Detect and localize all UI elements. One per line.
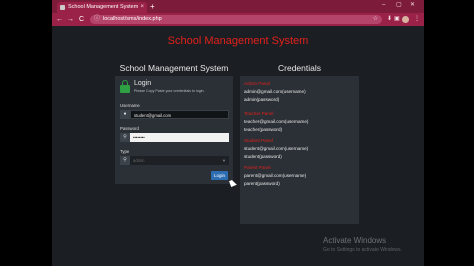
tab-strip: School Management System × + – ▢ ✕	[52, 0, 424, 13]
password-field: ⚲ ••••••••	[120, 133, 229, 142]
page-content: School Management System School Manageme…	[52, 26, 424, 266]
credential-username: parent@gmail.com(username)	[244, 173, 307, 178]
extension-icon[interactable]: ▣	[394, 13, 400, 26]
login-heading: Login	[134, 80, 152, 87]
profile-avatar[interactable]	[402, 16, 409, 23]
credentials-panel: Admin Panel admin@gmail.com(username) ad…	[240, 76, 359, 224]
url-text[interactable]: localhost/sms/index.php	[103, 15, 162, 24]
username-label: Username	[120, 103, 140, 108]
credential-password: admin(password)	[244, 97, 280, 102]
login-form: Login Please Copy Paste your credentials…	[115, 76, 233, 184]
username-field: ● student@gmail.com	[120, 110, 229, 119]
password-input[interactable]: ••••••••	[130, 133, 229, 142]
activate-windows-subtitle: Go to Settings to activate Windows.	[323, 247, 402, 253]
address-bar[interactable]: ⓘ localhost/sms/index.php ☆	[90, 15, 382, 24]
browser-window: School Management System × + – ▢ ✕ ← → C…	[52, 0, 424, 266]
bookmark-star-icon[interactable]: ☆	[373, 15, 378, 24]
type-select[interactable]: admin ▼	[130, 156, 229, 165]
screen: School Management System × + – ▢ ✕ ← → C…	[0, 0, 474, 266]
reload-icon[interactable]: C	[79, 13, 84, 26]
new-tab-button[interactable]: +	[150, 1, 155, 12]
type-label: Type	[120, 149, 130, 154]
login-subtitle: Please Copy Paste your credentials to lo…	[134, 89, 205, 93]
type-field: ⚲ admin ▼	[120, 156, 229, 165]
menu-icon[interactable]: ⋮	[414, 13, 420, 26]
credential-role: Parent Panel	[244, 165, 271, 170]
username-input[interactable]: student@gmail.com	[130, 110, 229, 119]
credential-username: student@gmail.com(username)	[244, 146, 309, 151]
login-panel-title: School Management System	[119, 63, 229, 73]
key-icon: ⚲	[120, 133, 130, 142]
credential-password: student(password)	[244, 154, 282, 159]
credential-password: teacher(password)	[244, 127, 283, 132]
forward-icon[interactable]: →	[67, 13, 74, 26]
page-title: School Management System	[167, 35, 309, 47]
login-button[interactable]: Login	[211, 171, 228, 180]
download-icon[interactable]: ⬇	[387, 13, 392, 26]
credential-role: Teacher Panel	[244, 111, 274, 116]
credential-username: admin@gmail.com(username)	[244, 89, 306, 94]
type-select-value: admin	[133, 158, 145, 163]
close-window-icon[interactable]: ✕	[410, 0, 415, 11]
back-icon[interactable]: ←	[56, 13, 63, 26]
chevron-down-icon: ▼	[222, 158, 226, 163]
credential-password: parent(password)	[244, 181, 280, 186]
credential-role: Student Panel	[244, 138, 273, 143]
lock-icon	[120, 80, 130, 93]
toolbar: ← → C ⓘ localhost/sms/index.php ☆ ⬇ ▣ ⋮	[52, 13, 424, 26]
mouse-cursor-icon	[229, 179, 237, 187]
info-icon[interactable]: ⓘ	[94, 15, 100, 24]
favicon-icon	[60, 5, 65, 10]
key-icon: ⚲	[120, 156, 130, 165]
minimize-icon[interactable]: –	[382, 0, 385, 11]
maximize-icon[interactable]: ▢	[396, 0, 402, 11]
activate-windows-title: Activate Windows	[323, 236, 387, 245]
tab-title: School Management System	[68, 4, 139, 10]
credential-role: Admin Panel	[244, 81, 271, 86]
credential-username: teacher@gmail.com(username)	[244, 119, 309, 124]
user-icon: ●	[120, 110, 130, 119]
browser-tab[interactable]: School Management System ×	[57, 2, 147, 13]
password-label: Password	[120, 126, 139, 131]
credentials-panel-title: Credentials	[278, 63, 321, 73]
close-tab-icon[interactable]: ×	[140, 2, 144, 13]
